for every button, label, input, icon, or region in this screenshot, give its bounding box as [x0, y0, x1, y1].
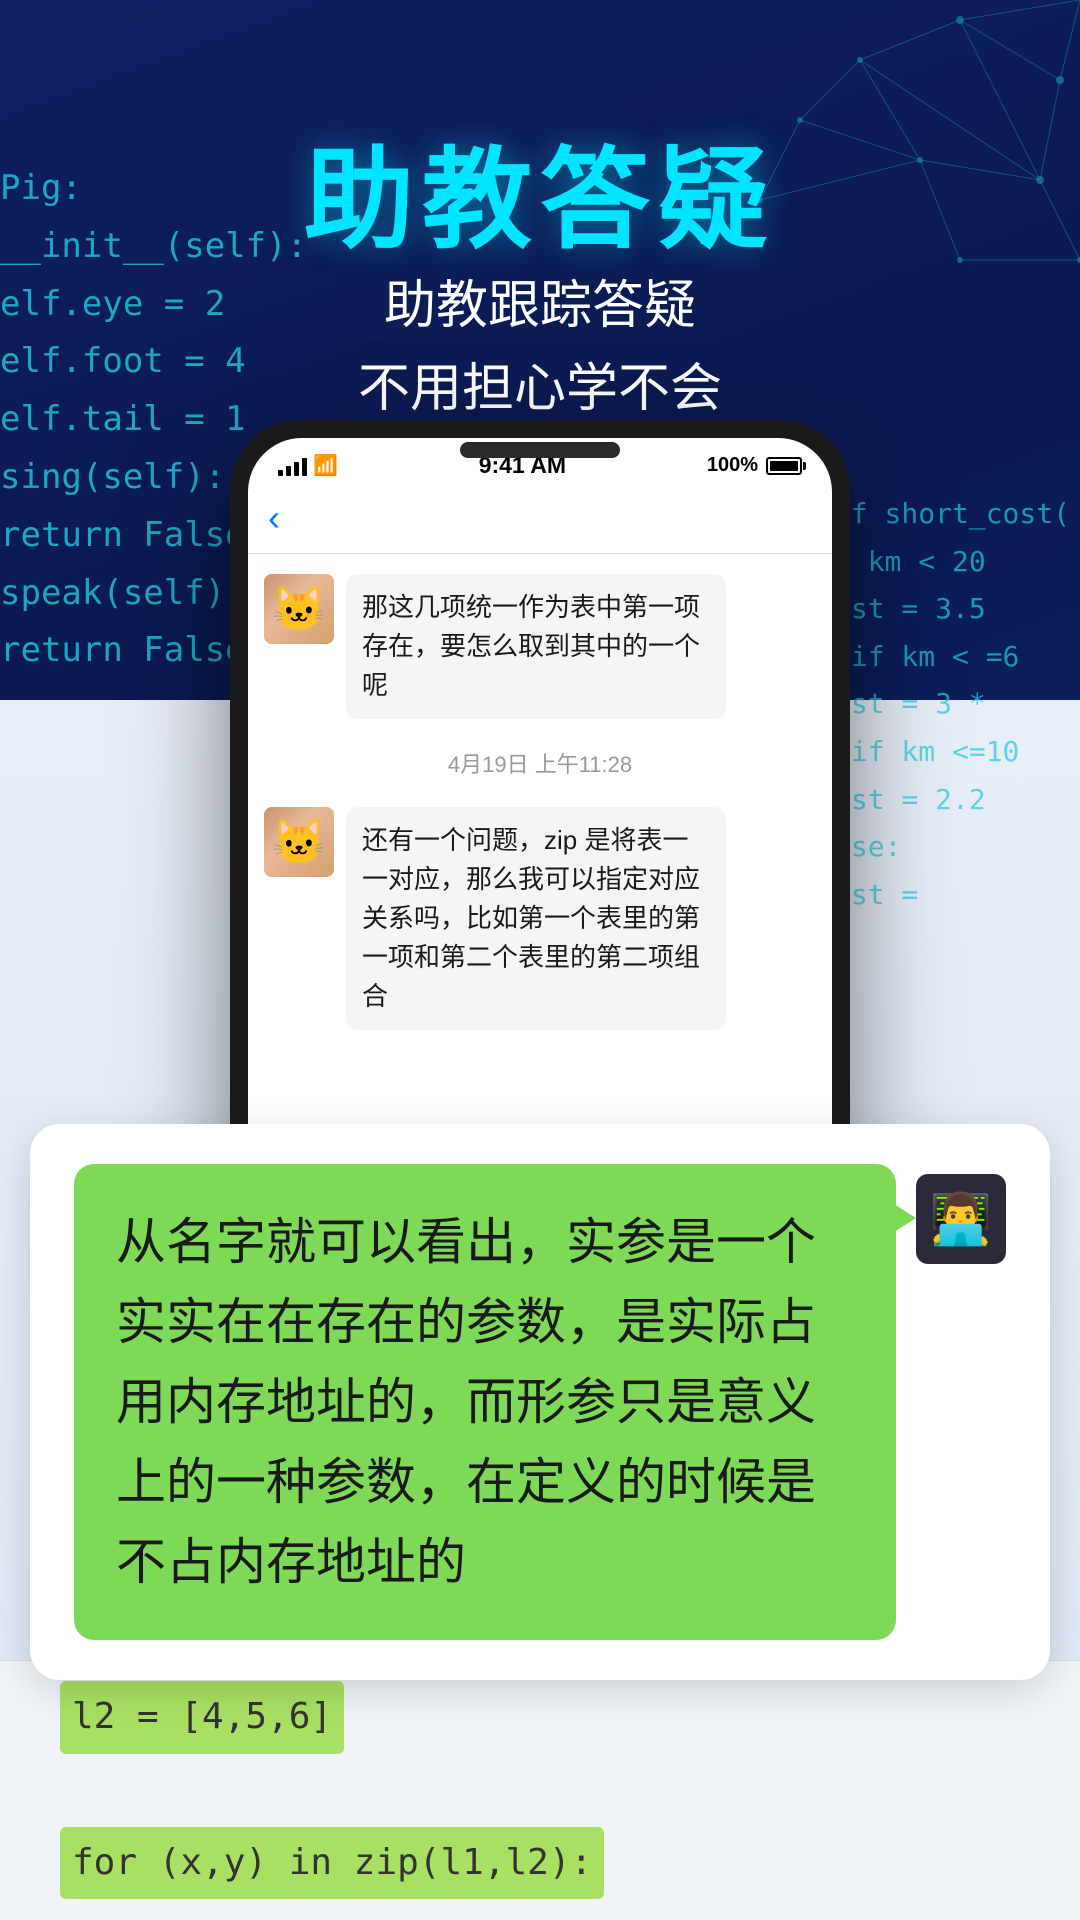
large-reply-text: 从名字就可以看出，实参是一个实实在在存在的参数，是实际占用内存地址的，而形参只是…	[116, 1214, 816, 1590]
large-reply-bubble: 从名字就可以看出，实参是一个实实在在存在的参数，是实际占用内存地址的，而形参只是…	[74, 1164, 896, 1640]
code-line: cost = 3.5	[817, 585, 1070, 633]
signal-bars	[278, 456, 307, 476]
page-subtitle: 助教跟踪答疑 不用担心学不会	[0, 265, 1080, 431]
code-line: cost = 3 *	[817, 680, 1070, 728]
chat-header: ‹	[248, 487, 832, 554]
code-line: if km < 20	[817, 538, 1070, 586]
signal-bar-2	[286, 466, 291, 476]
code-line: cost = 2.2	[817, 776, 1070, 824]
avatar-1	[264, 574, 334, 644]
code-line: def short_cost(	[817, 490, 1070, 538]
message-row-2: 还有一个问题，zip 是将表一一对应，那么我可以指定对应关系吗，比如第一个表里的…	[264, 807, 816, 1030]
status-left: 📶	[278, 453, 338, 478]
teacher-avatar: 👨‍💻	[916, 1174, 1006, 1264]
battery-fill	[770, 461, 798, 471]
wifi-icon: 📶	[313, 453, 338, 478]
page-title: 助教答疑	[0, 110, 1080, 270]
subtitle-line1: 助教跟踪答疑	[0, 265, 1080, 348]
cat-avatar-2	[264, 807, 334, 877]
battery-percent: 100%	[707, 454, 758, 477]
signal-bar-3	[294, 462, 299, 476]
message-bubble-1: 那这几项统一作为表中第一项存在，要怎么取到其中的一个呢	[346, 574, 726, 719]
battery-icon	[766, 457, 802, 475]
code-line-2	[60, 1762, 1020, 1827]
cat-avatar-1	[264, 574, 334, 644]
bottom-code-section: l2 = [4,5,6] for (x,y) in zip(l1,l2):	[0, 1660, 1080, 1920]
code-background-right: def short_cost( if km < 20 cost = 3.5 el…	[817, 490, 1080, 918]
timestamp-1: 4月19日 上午11:28	[264, 747, 816, 779]
status-right: 100%	[707, 454, 802, 477]
code-line: cost =	[817, 871, 1070, 919]
message-row: 那这几项统一作为表中第一项存在，要怎么取到其中的一个呢	[264, 574, 816, 719]
signal-bar-1	[278, 470, 283, 476]
code-line-1: l2 = [4,5,6]	[60, 1681, 344, 1754]
code-line: else:	[817, 823, 1070, 871]
back-button[interactable]: ‹	[268, 497, 280, 539]
phone-speaker	[460, 442, 620, 458]
subtitle-line2: 不用担心学不会	[0, 348, 1080, 431]
signal-bar-4	[302, 458, 307, 476]
code-line-3: for (x,y) in zip(l1,l2):	[60, 1827, 604, 1900]
large-reply-section: 从名字就可以看出，实参是一个实实在在存在的参数，是实际占用内存地址的，而形参只是…	[30, 1124, 1050, 1680]
message-bubble-2: 还有一个问题，zip 是将表一一对应，那么我可以指定对应关系吗，比如第一个表里的…	[346, 807, 726, 1030]
code-line: elif km <=10	[817, 728, 1070, 776]
avatar-2	[264, 807, 334, 877]
code-line: elif km < =6	[817, 633, 1070, 681]
